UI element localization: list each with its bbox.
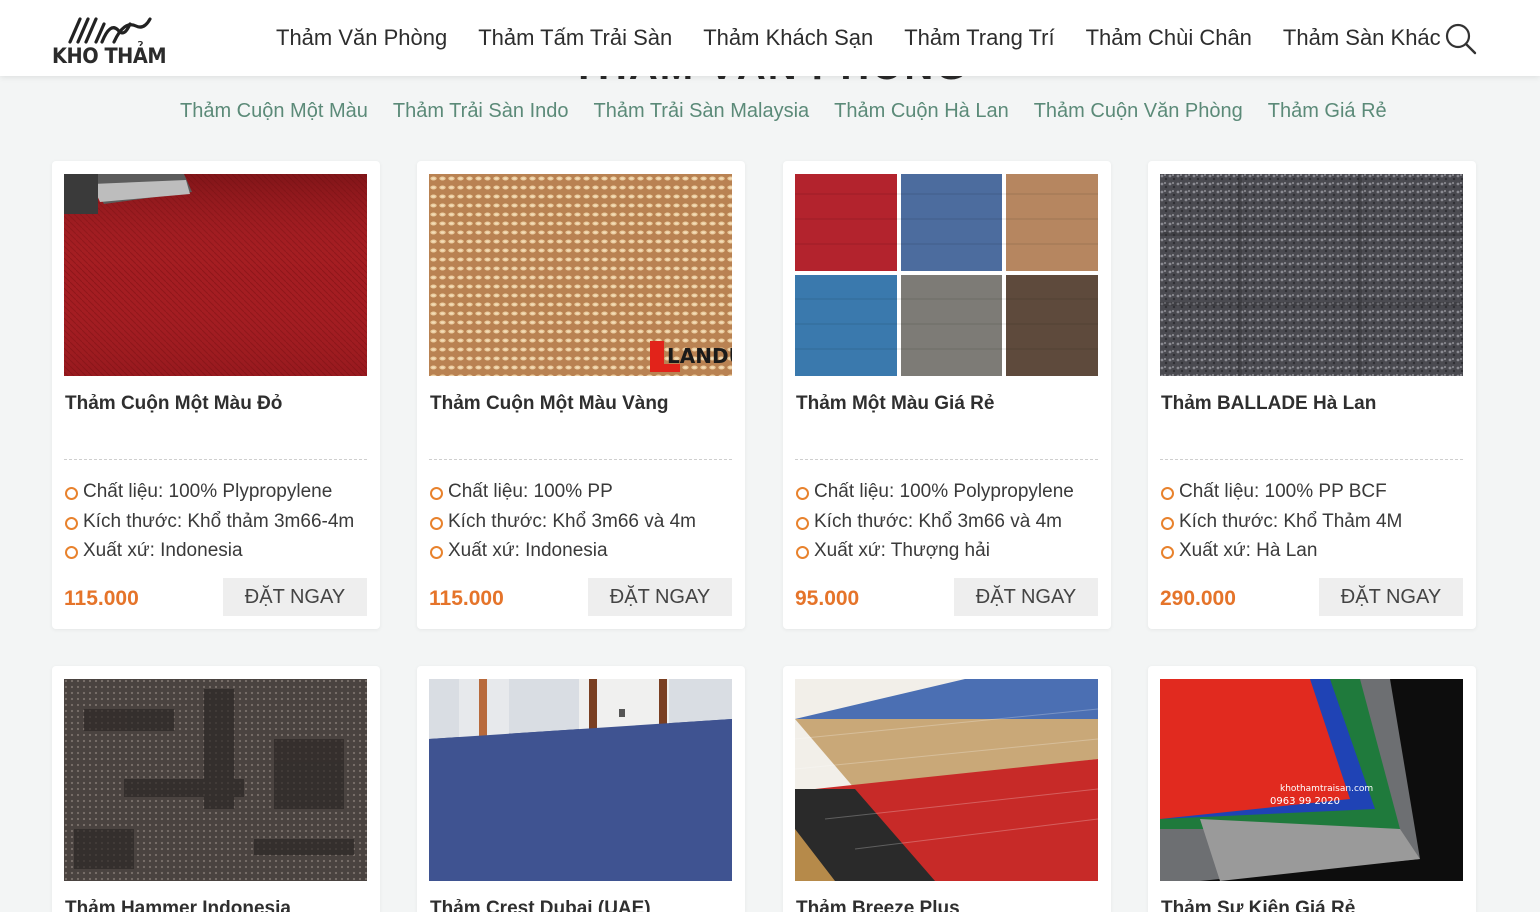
- logo-text: KHO THẢM: [52, 44, 167, 68]
- product-card: Thảm BALLADE Hà Lan Chất liệu: 100% PP B…: [1148, 161, 1476, 629]
- spec-origin: Xuất xứ: Indonesia: [429, 536, 696, 566]
- product-image[interactable]: [795, 174, 1098, 376]
- nav-item-tham-trang-tri[interactable]: Thảm Trang Trí: [904, 25, 1054, 51]
- product-card: Thảm Hammer Indonesia: [52, 666, 380, 912]
- product-image[interactable]: khothamtraisan.com 0963 99 2020: [1160, 679, 1463, 881]
- product-name[interactable]: Thảm Breeze Plus: [796, 898, 960, 912]
- product-name[interactable]: Thảm Sự Kiện Giá Rẻ: [1161, 898, 1355, 912]
- product-name[interactable]: Thảm Cuộn Một Màu Đỏ: [65, 393, 282, 415]
- image-caption-url: khothamtraisan.com: [1280, 784, 1373, 794]
- red-carpet-photo: [64, 174, 367, 376]
- spec-origin: Xuất xứ: Hà Lan: [1160, 536, 1402, 566]
- product-card: Thảm Breeze Plus: [783, 666, 1111, 912]
- product-price: 115.000: [64, 587, 139, 610]
- product-name[interactable]: Thảm Cuộn Một Màu Vàng: [430, 393, 669, 415]
- divider: [429, 459, 732, 460]
- order-now-button[interactable]: ĐẶT NGAY: [1319, 578, 1463, 616]
- product-name[interactable]: Thảm Hammer Indonesia: [65, 898, 291, 912]
- product-card: LANDU Thảm Cuộn Một Màu Vàng Chất liệu: …: [417, 161, 745, 629]
- spec-material: Chất liệu: 100% Polypropylene: [795, 477, 1074, 507]
- blue-office-carpet-photo: [429, 679, 732, 881]
- order-now-button[interactable]: ĐẶT NGAY: [954, 578, 1098, 616]
- subnav-item-cuon-mot-mau[interactable]: Thảm Cuộn Một Màu: [180, 100, 368, 123]
- product-card: Thảm Một Màu Giá Rẻ Chất liệu: 100% Poly…: [783, 161, 1111, 629]
- product-price: 95.000: [795, 587, 860, 610]
- divider: [64, 459, 367, 460]
- search-icon: [1445, 23, 1477, 55]
- divider: [795, 459, 1098, 460]
- spec-material: Chất liệu: 100% PP: [429, 477, 696, 507]
- subnav-item-cuon-van-phong[interactable]: Thảm Cuộn Văn Phòng: [1034, 100, 1243, 123]
- spec-origin: Xuất xứ: Thượng hải: [795, 536, 1074, 566]
- subnav-item-trai-san-indo[interactable]: Thảm Trải Sàn Indo: [393, 100, 569, 123]
- product-specs: Chất liệu: 100% PP Kích thước: Khổ 3m66 …: [429, 477, 696, 566]
- six-color-carpet-swatches: [795, 174, 1098, 376]
- spec-material: Chất liệu: 100% Plypropylene: [64, 477, 354, 507]
- category-subnav: Thảm Cuộn Một Màu Thảm Trải Sàn Indo Thả…: [180, 100, 1412, 123]
- main-nav: Thảm Văn Phòng Thảm Tấm Trải Sàn Thảm Kh…: [276, 25, 1472, 51]
- product-name[interactable]: Thảm Crest Dubai (UAE): [430, 898, 651, 912]
- product-image[interactable]: [64, 679, 367, 881]
- product-card: Thảm Cuộn Một Màu Đỏ Chất liệu: 100% Ply…: [52, 161, 380, 629]
- grey-carpet-photo: [1160, 174, 1463, 376]
- product-specs: Chất liệu: 100% PP BCF Kích thước: Khổ T…: [1160, 477, 1402, 566]
- product-card: khothamtraisan.com 0963 99 2020 Thảm Sự …: [1148, 666, 1476, 912]
- subnav-item-cuon-ha-lan[interactable]: Thảm Cuộn Hà Lan: [834, 100, 1009, 123]
- beige-loop-carpet-photo: LANDU: [429, 174, 732, 376]
- product-image[interactable]: [795, 679, 1098, 881]
- product-name[interactable]: Thảm Một Màu Giá Rẻ: [796, 393, 994, 415]
- subnav-item-trai-san-malaysia[interactable]: Thảm Trải Sàn Malaysia: [594, 100, 810, 123]
- search-button[interactable]: [1444, 22, 1478, 56]
- subnav-item-gia-re[interactable]: Thảm Giá Rẻ: [1268, 100, 1387, 123]
- product-specs: Chất liệu: 100% Polypropylene Kích thước…: [795, 477, 1074, 566]
- product-image[interactable]: [64, 174, 367, 376]
- spec-size: Kích thước: Khổ Thảm 4M: [1160, 507, 1402, 537]
- spec-size: Kích thước: Khổ thảm 3m66-4m: [64, 507, 354, 537]
- site-header: KHO THẢM Thảm Văn Phòng Thảm Tấm Trải Sà…: [0, 0, 1540, 76]
- site-logo[interactable]: KHO THẢM: [52, 14, 167, 70]
- spec-size: Kích thước: Khổ 3m66 và 4m: [429, 507, 696, 537]
- product-image[interactable]: [1160, 174, 1463, 376]
- dark-pattern-carpet-photo: [64, 679, 367, 881]
- event-carpet-colors-photo: khothamtraisan.com 0963 99 2020: [1160, 679, 1463, 881]
- nav-item-tham-van-phong[interactable]: Thảm Văn Phòng: [276, 25, 447, 51]
- product-card: Thảm Crest Dubai (UAE): [417, 666, 745, 912]
- divider: [1160, 459, 1463, 460]
- multi-color-carpet-fan-photo: [795, 679, 1098, 881]
- watermark-text: LANDU: [667, 344, 732, 368]
- spec-origin: Xuất xứ: Indonesia: [64, 536, 354, 566]
- spec-material: Chất liệu: 100% PP BCF: [1160, 477, 1402, 507]
- nav-item-tham-tam-trai-san[interactable]: Thảm Tấm Trải Sàn: [478, 25, 672, 51]
- nav-item-tham-san-khac[interactable]: Thảm Sàn Khác: [1283, 25, 1441, 51]
- product-specs: Chất liệu: 100% Plypropylene Kích thước:…: [64, 477, 354, 566]
- nav-item-tham-khach-san[interactable]: Thảm Khách Sạn: [703, 25, 873, 51]
- product-price: 290.000: [1160, 587, 1236, 610]
- order-now-button[interactable]: ĐẶT NGAY: [223, 578, 367, 616]
- nav-item-tham-chui-chan[interactable]: Thảm Chùi Chân: [1086, 25, 1252, 51]
- order-now-button[interactable]: ĐẶT NGAY: [588, 578, 732, 616]
- product-image[interactable]: LANDU: [429, 174, 732, 376]
- image-caption-phone: 0963 99 2020: [1270, 796, 1340, 807]
- logo-icon: [68, 17, 152, 44]
- spec-size: Kích thước: Khổ 3m66 và 4m: [795, 507, 1074, 537]
- product-image[interactable]: [429, 679, 732, 881]
- product-name[interactable]: Thảm BALLADE Hà Lan: [1161, 393, 1376, 415]
- product-price: 115.000: [429, 587, 504, 610]
